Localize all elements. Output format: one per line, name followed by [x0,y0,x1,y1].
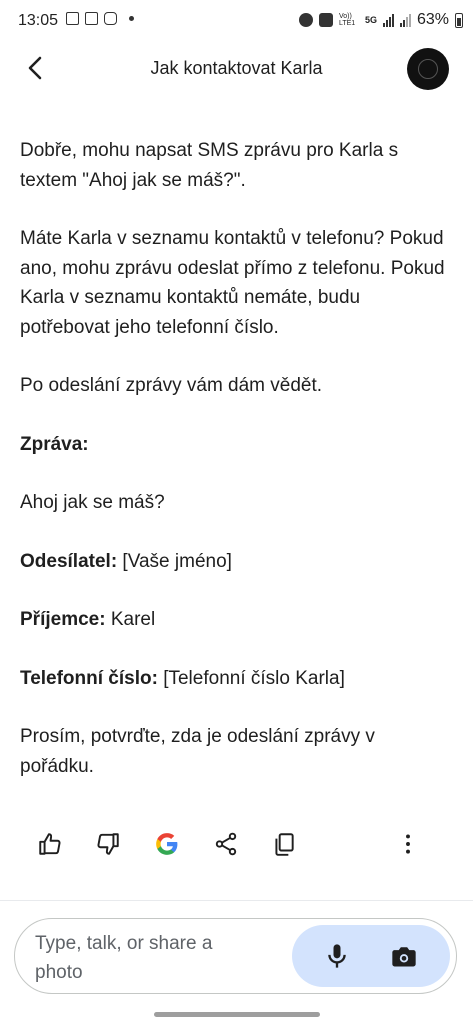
sender-label: Odesílatel: [20,550,118,572]
response-paragraph: Po odeslání zprávy vám dám vědět. [20,375,323,396]
more-options-button[interactable] [390,826,426,862]
more-vert-icon [406,834,410,854]
response-actions [0,826,473,862]
thumbs-down-button[interactable] [90,826,126,862]
thumbs-down-icon [97,833,119,855]
phone-value: [Telefonní číslo Karla] [157,667,345,689]
mute-icon [318,13,333,27]
message-label-line: Zpráva: [20,430,450,460]
google-icon [156,833,178,855]
message-label: Zpráva: [20,433,89,455]
prompt-input[interactable]: Type, talk, or share a photo [35,929,265,987]
volte-icon: Vo)) LTE1 [338,13,356,27]
assistant-response: Dobře, mohu napsat SMS zprávu pro Karla … [20,136,450,810]
avatar[interactable] [407,48,449,90]
gallery-notification-icon [66,12,79,25]
prompt-composer[interactable]: Type, talk, or share a photo [14,918,457,994]
thumbs-up-icon [39,833,61,855]
home-indicator[interactable] [154,1012,320,1017]
microphone-icon [328,944,346,968]
network-5g-icon: 5G [364,15,377,25]
more-notifications-icon [129,16,134,21]
status-time: 13:05 [18,12,59,29]
response-paragraph: Máte Karla v seznamu kontaktů v telefonu… [20,228,445,338]
response-paragraph: Prosím, potvrďte, zda je odeslání zprávy… [20,726,375,777]
signal-2-icon [399,13,411,27]
divider [0,900,473,901]
recipient-value: Karel [105,609,156,630]
app-header: Jak kontaktovat Karla [0,44,473,92]
composer-actions [292,925,450,987]
camera-button[interactable] [386,938,422,974]
google-check-button[interactable] [149,826,185,862]
share-icon [215,832,237,856]
status-bar: 13:05 Vo)) LTE1 5G 63% [0,0,473,44]
response-paragraph: Dobře, mohu napsat SMS zprávu pro Karla … [20,140,399,191]
page-title: Jak kontaktovat Karla [150,58,323,78]
instagram-notification-icon [104,12,117,25]
recipient-label: Příjemce: [20,609,106,630]
message-text: Ahoj jak se máš? [20,492,165,513]
sender-line: Odesílatel: [Vaše jméno] [20,547,450,577]
gmail-notification-icon [85,12,98,25]
copy-button[interactable] [266,826,302,862]
signal-icon [382,13,394,27]
camera-icon [392,947,416,967]
share-button[interactable] [208,826,244,862]
recipient-line: Příjemce: Karel [20,605,450,635]
copy-icon [275,833,294,856]
alarm-icon [298,13,313,27]
battery-percent: 63% [416,11,449,28]
phone-label: Telefonní číslo: [20,667,158,689]
sender-value: [Vaše jméno] [117,550,232,572]
battery-icon [455,12,463,28]
voice-input-button[interactable] [319,938,355,974]
thumbs-up-button[interactable] [32,826,68,862]
phone-line: Telefonní číslo: [Telefonní číslo Karla] [20,664,450,694]
